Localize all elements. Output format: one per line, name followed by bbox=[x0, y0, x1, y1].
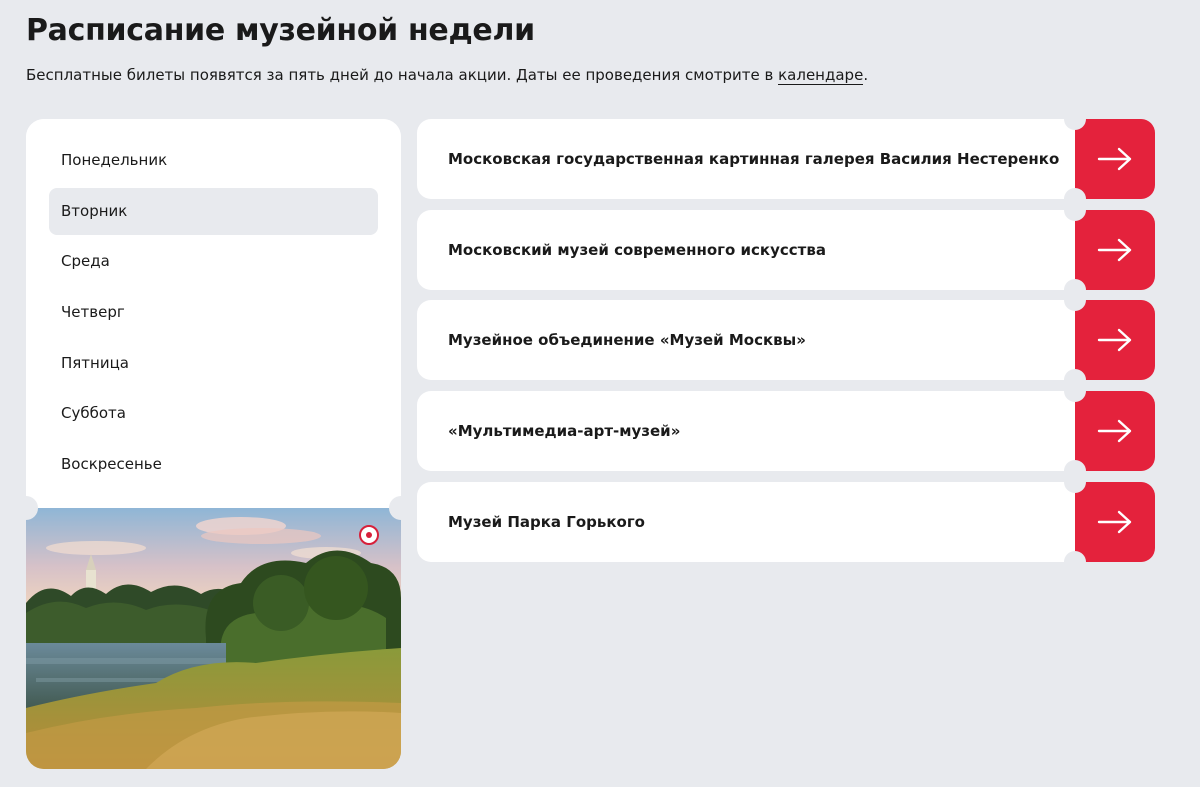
museum-card[interactable]: «Мультимедиа-арт-музей» bbox=[417, 380, 1155, 482]
museum-title: Музей Парка Горького bbox=[448, 513, 645, 531]
arrow-right-icon bbox=[1097, 419, 1132, 443]
subtitle-end: . bbox=[863, 66, 869, 84]
museum-open-button[interactable] bbox=[1075, 119, 1155, 199]
card-notch bbox=[1064, 108, 1086, 130]
day-item-wednesday[interactable]: Среда bbox=[49, 238, 378, 285]
record-dot-icon[interactable] bbox=[359, 525, 379, 545]
museum-card[interactable]: Музей Парка Горького bbox=[417, 471, 1155, 573]
museum-card[interactable]: Московский музей современного искусства bbox=[417, 199, 1155, 301]
arrow-right-icon bbox=[1097, 147, 1132, 171]
museum-open-button[interactable] bbox=[1075, 391, 1155, 471]
landscape-photo bbox=[26, 508, 401, 769]
subtitle-text: Бесплатные билеты появятся за пять дней … bbox=[26, 66, 779, 84]
museum-open-button[interactable] bbox=[1075, 482, 1155, 562]
museum-title: Московская государственная картинная гал… bbox=[448, 150, 1060, 168]
card-notch bbox=[1064, 380, 1086, 402]
museum-card-body: Музейное объединение «Музей Москвы» bbox=[417, 300, 1075, 380]
days-list: Понедельник Вторник Среда Четверг Пятниц… bbox=[26, 119, 401, 508]
landscape-illustration bbox=[26, 508, 401, 769]
museum-title: «Мультимедиа-арт-музей» bbox=[448, 422, 681, 440]
arrow-right-icon bbox=[1097, 238, 1132, 262]
arrow-right-icon bbox=[1097, 328, 1132, 352]
calendar-link[interactable]: календаре bbox=[778, 66, 864, 85]
museum-open-button[interactable] bbox=[1075, 300, 1155, 380]
museum-title: Музейное объединение «Музей Москвы» bbox=[448, 331, 806, 349]
card-notch bbox=[1064, 199, 1086, 221]
museum-open-button[interactable] bbox=[1075, 210, 1155, 290]
card-notch bbox=[1064, 289, 1086, 311]
museum-card-body: Музей Парка Горького bbox=[417, 482, 1075, 562]
card-notch bbox=[1064, 551, 1086, 573]
museum-card[interactable]: Музейное объединение «Музей Москвы» bbox=[417, 289, 1155, 391]
museum-card-body: Московский музей современного искусства bbox=[417, 210, 1075, 290]
page-subtitle: Бесплатные билеты появятся за пять дней … bbox=[26, 66, 869, 85]
museum-card-body: «Мультимедиа-арт-музей» bbox=[417, 391, 1075, 471]
page-title: Расписание музейной недели bbox=[26, 13, 535, 48]
museum-title: Московский музей современного искусства bbox=[448, 241, 826, 259]
day-item-friday[interactable]: Пятница bbox=[49, 340, 378, 387]
arrow-right-icon bbox=[1097, 510, 1132, 534]
day-item-thursday[interactable]: Четверг bbox=[49, 289, 378, 336]
museum-card-body: Московская государственная картинная гал… bbox=[417, 119, 1075, 199]
day-item-tuesday[interactable]: Вторник bbox=[49, 187, 378, 235]
card-notch bbox=[1064, 471, 1086, 493]
day-item-saturday[interactable]: Суббота bbox=[49, 390, 378, 437]
day-item-monday[interactable]: Понедельник bbox=[49, 137, 378, 184]
museum-card[interactable]: Московская государственная картинная гал… bbox=[417, 108, 1155, 210]
day-item-sunday[interactable]: Воскресенье bbox=[49, 441, 378, 488]
days-panel: Понедельник Вторник Среда Четверг Пятниц… bbox=[26, 119, 401, 769]
